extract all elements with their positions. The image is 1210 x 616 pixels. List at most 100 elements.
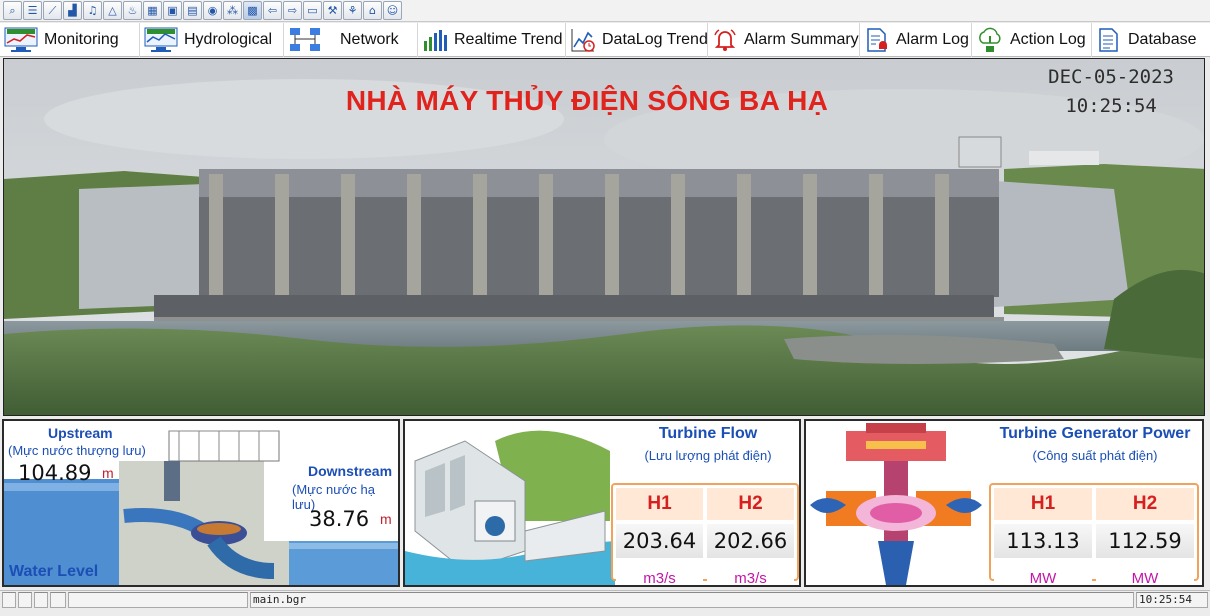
- nav-label: Database: [1128, 31, 1197, 48]
- network-icon[interactable]: ⁂: [223, 1, 242, 20]
- nav-label: Network: [340, 31, 399, 48]
- alarm-icon[interactable]: ♫: [83, 1, 102, 20]
- turbine-flow-table: H1 H2 203.64 202.66 m3/s m3/s: [611, 483, 799, 585]
- realtime-trend-icon: [422, 27, 448, 53]
- nav-label: DataLog Trend: [602, 31, 708, 48]
- status-segment: [34, 592, 48, 608]
- h1-flow-value: 203.64: [616, 524, 703, 558]
- h2-flow-value: 202.66: [707, 524, 794, 558]
- dam-pier: [869, 174, 883, 299]
- water-icon[interactable]: ♨: [123, 1, 142, 20]
- dam-pier: [275, 174, 289, 299]
- h1-header: H1: [994, 488, 1092, 520]
- water-level-panel[interactable]: Upstream (Mực nước thượng lưu) 104.89 m …: [2, 419, 400, 587]
- arrow-left-icon[interactable]: ⇦: [263, 1, 282, 20]
- h2-header: H2: [1096, 488, 1194, 520]
- datetime-display: DEC-05-2023 10:25:54: [1048, 63, 1174, 121]
- nav-realtime-trend[interactable]: Realtime Trend: [418, 23, 566, 57]
- alarm-bell-icon: [712, 27, 738, 53]
- nav-datalog-trend[interactable]: DataLog Trend: [566, 23, 708, 57]
- powerhouse-illustration: [405, 421, 615, 585]
- turbine-flow-panel[interactable]: Turbine Flow (Lưu lượng phát điện) H1 H2…: [403, 419, 801, 587]
- upstream-label: Upstream: [48, 425, 113, 441]
- date-text: DEC-05-2023: [1048, 66, 1174, 88]
- tree-icon[interactable]: ⚘: [343, 1, 362, 20]
- h2-header: H2: [707, 488, 794, 520]
- grid-icon[interactable]: ▩: [243, 1, 262, 20]
- status-segment: [68, 592, 248, 608]
- generator-power-title: Turbine Generator Power: [999, 425, 1191, 442]
- monitoring-icon: [4, 27, 38, 53]
- dam-pier: [539, 174, 553, 299]
- dam-pier: [671, 174, 685, 299]
- list-icon[interactable]: ☰: [23, 1, 42, 20]
- nav-database[interactable]: Database: [1092, 23, 1200, 57]
- generator-power-panel[interactable]: Turbine Generator Power (Công suất phát …: [804, 419, 1204, 587]
- user-icon[interactable]: ☺: [383, 1, 402, 20]
- database-icon: [1096, 27, 1122, 53]
- nav-label: Hydrological: [184, 31, 273, 48]
- h2-flow-unit: m3/s: [707, 562, 794, 585]
- dam-pier: [407, 174, 421, 299]
- turbine-flow-subtitle: (Lưu lượng phát điện): [644, 448, 772, 463]
- turbine-flow-title: Turbine Flow: [658, 425, 758, 442]
- generator-illustration: [810, 423, 982, 585]
- nav-label: Action Log: [1010, 31, 1086, 48]
- nav-monitoring[interactable]: Monitoring: [0, 23, 140, 57]
- h1-power-value: 113.13: [994, 524, 1092, 558]
- network-icon: [288, 27, 322, 53]
- alarm-log-icon: [864, 27, 890, 53]
- status-time: 10:25:54: [1139, 593, 1192, 606]
- action-log-icon: [976, 27, 1004, 53]
- nav-hydrological[interactable]: Hydrological: [140, 23, 284, 57]
- dam-pier: [341, 174, 355, 299]
- nav-alarm-log[interactable]: Alarm Log: [860, 23, 972, 57]
- time-text: 10:25:54: [1065, 95, 1157, 117]
- tower-icon[interactable]: ⚒: [323, 1, 342, 20]
- home-icon[interactable]: ⌂: [363, 1, 382, 20]
- monitor-icon[interactable]: ▦: [143, 1, 162, 20]
- datalog-trend-icon: [570, 27, 596, 53]
- dam-pier: [935, 174, 949, 299]
- navigation-bar: Monitoring Hydrological Network Realtime…: [0, 23, 1210, 57]
- nav-alarm-summary[interactable]: Alarm Summary: [708, 23, 860, 57]
- h1-power-unit: MW: [994, 562, 1092, 585]
- dam-pier: [473, 174, 487, 299]
- status-segment: [2, 592, 16, 608]
- status-bar: main.bgr 10:25:54: [0, 590, 1210, 616]
- generator-power-table: H1 H2 113.13 112.59 MW MW: [989, 483, 1199, 585]
- status-segment: [18, 592, 32, 608]
- location-icon[interactable]: ◉: [203, 1, 222, 20]
- status-time-segment: 10:25:54: [1136, 592, 1208, 608]
- pin-icon[interactable]: △: [103, 1, 122, 20]
- generator-power-subtitle: (Công suất phát điện): [1032, 448, 1158, 463]
- nav-label: Alarm Log: [896, 31, 969, 48]
- dam-pier: [737, 174, 751, 299]
- h2-power-value: 112.59: [1096, 524, 1194, 558]
- dam-banner: NHÀ MÁY THỦY ĐIỆN SÔNG BA HẠ DEC-05-2023…: [3, 58, 1205, 416]
- h1-flow-unit: m3/s: [616, 562, 703, 585]
- trend-icon[interactable]: ⟋: [43, 1, 62, 20]
- status-file: main.bgr: [253, 593, 306, 606]
- arrow-right-icon[interactable]: ⇨: [283, 1, 302, 20]
- status-segment: [50, 592, 66, 608]
- downstream-value: 38.76: [309, 507, 370, 531]
- dam-pier: [209, 174, 223, 299]
- upstream-value: 104.89: [18, 461, 92, 485]
- note-icon[interactable]: ▤: [183, 1, 202, 20]
- icon-toolbar: ⌕ ☰ ⟋ ▟ ♫ △ ♨ ▦ ▣ ▤ ◉ ⁂ ▩ ⇦ ⇨ ▭ ⚒ ⚘ ⌂ ☺: [0, 0, 1210, 22]
- h1-header: H1: [616, 488, 703, 520]
- nav-label: Realtime Trend: [454, 31, 563, 48]
- dam-pier: [605, 174, 619, 299]
- dam-pier: [803, 174, 817, 299]
- hydrological-icon: [144, 27, 178, 53]
- water-level-title: Water Level: [9, 563, 99, 580]
- plant-title: NHÀ MÁY THỦY ĐIỆN SÔNG BA HẠ: [345, 85, 829, 116]
- nav-network[interactable]: Network: [284, 23, 418, 57]
- upstream-unit: m: [102, 465, 114, 481]
- nav-action-log[interactable]: Action Log: [972, 23, 1092, 57]
- screen-icon[interactable]: ▭: [303, 1, 322, 20]
- search-icon[interactable]: ⌕: [3, 1, 22, 20]
- window-icon[interactable]: ▣: [163, 1, 182, 20]
- chart-icon[interactable]: ▟: [63, 1, 82, 20]
